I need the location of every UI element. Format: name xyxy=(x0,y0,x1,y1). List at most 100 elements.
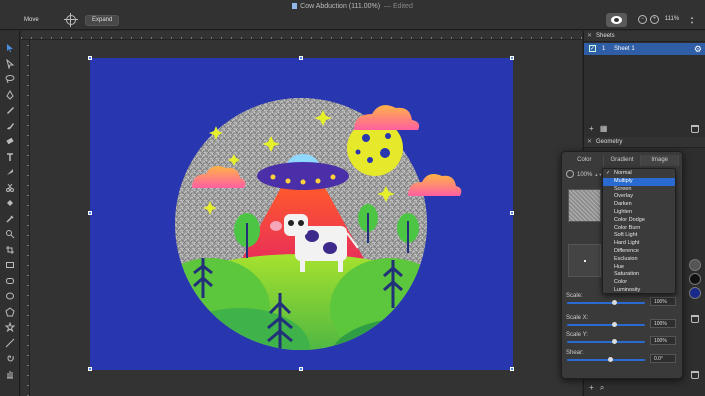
trash-icon[interactable] xyxy=(691,371,699,379)
blend-mode-item[interactable]: Lighten xyxy=(603,209,675,217)
pen-icon[interactable] xyxy=(5,89,15,100)
field-slider[interactable] xyxy=(567,322,645,327)
blend-mode-item[interactable]: Saturation xyxy=(603,271,675,279)
zoom-stepper[interactable]: ▲ ▼ xyxy=(690,15,696,25)
expand-button[interactable]: Expand xyxy=(85,15,120,26)
field-label: Scale Y: xyxy=(566,332,588,338)
blend-mode-item[interactable]: Luminosity xyxy=(603,287,675,295)
artboard[interactable] xyxy=(88,56,514,371)
hand-icon[interactable] xyxy=(5,369,15,379)
spiral-icon[interactable] xyxy=(5,353,15,363)
stroke-swatch[interactable] xyxy=(689,273,701,285)
pointer-icon[interactable] xyxy=(5,43,15,53)
slider-knob[interactable] xyxy=(611,300,617,305)
polygon-icon[interactable] xyxy=(5,306,15,317)
resize-handle[interactable] xyxy=(88,211,92,215)
move-button[interactable]: Move xyxy=(18,15,45,26)
text-icon[interactable] xyxy=(5,152,15,162)
resize-handle[interactable] xyxy=(88,56,92,60)
blend-mode-item[interactable]: Overlay xyxy=(603,193,675,201)
zoom-out-icon[interactable]: − xyxy=(638,15,647,24)
vertical-ruler xyxy=(21,40,30,396)
add-icon[interactable]: + xyxy=(589,124,594,133)
color-swatch[interactable] xyxy=(689,287,701,299)
node-icon[interactable] xyxy=(5,58,15,69)
blend-mode-item[interactable]: Screen xyxy=(603,186,675,194)
field-value[interactable]: 100% xyxy=(650,319,676,328)
pencil-icon[interactable] xyxy=(5,105,15,115)
rounded-rect-icon[interactable] xyxy=(5,276,15,286)
resize-handle[interactable] xyxy=(299,367,303,371)
scissors-icon[interactable] xyxy=(5,183,15,193)
zoom-icon[interactable] xyxy=(5,229,15,239)
field-value[interactable]: 100% xyxy=(650,297,676,306)
resize-handle[interactable] xyxy=(510,56,514,60)
crop-icon[interactable] xyxy=(5,245,15,255)
edited-status: — Edited xyxy=(384,3,413,10)
document-icon xyxy=(292,3,298,9)
eye-icon[interactable] xyxy=(606,13,627,27)
tab-color[interactable]: Color xyxy=(566,155,604,166)
zoom-in-icon[interactable]: + xyxy=(650,15,659,24)
blend-mode-item[interactable]: Exclusion xyxy=(603,256,675,264)
field-value[interactable]: 0.0° xyxy=(650,354,676,363)
field-slider[interactable] xyxy=(567,300,645,305)
add-icon[interactable]: + xyxy=(589,383,594,392)
slider-knob[interactable] xyxy=(607,357,613,362)
sheet-visible-checkbox[interactable]: ✓ xyxy=(589,45,596,52)
fill-icon[interactable] xyxy=(5,198,15,208)
rectangle-icon[interactable] xyxy=(5,260,15,270)
resize-handle[interactable] xyxy=(299,56,303,60)
window-title-text: Cow Abduction (111.00%) xyxy=(300,3,381,10)
field-value[interactable]: 100% xyxy=(650,336,676,345)
blend-mode-menu: NormalMultiplyScreenOverlayDarkenLighten… xyxy=(602,168,676,294)
field-label: Scale: xyxy=(566,293,583,299)
line-icon[interactable] xyxy=(5,338,15,348)
tab-gradient[interactable]: Gradient xyxy=(604,155,642,166)
field-slider[interactable] xyxy=(567,339,645,344)
search-icon[interactable]: ⌕ xyxy=(600,383,604,392)
pattern-thumbnail[interactable] xyxy=(568,244,601,277)
opacity-value[interactable]: 100% xyxy=(577,172,592,178)
resize-handle[interactable] xyxy=(510,367,514,371)
trash-icon[interactable] xyxy=(691,125,699,133)
blend-mode-item[interactable]: Color Dodge xyxy=(603,217,675,225)
sheet-row[interactable]: ✓ 1 Sheet 1 ⚙ xyxy=(584,43,705,55)
blend-mode-item[interactable]: Soft Light xyxy=(603,232,675,240)
resize-handle[interactable] xyxy=(88,367,92,371)
sheet-name: Sheet 1 xyxy=(614,46,635,52)
trash-icon[interactable] xyxy=(691,315,699,323)
resize-handle[interactable] xyxy=(510,211,514,215)
blend-mode-item[interactable]: Normal xyxy=(603,170,675,178)
blend-mode-item[interactable]: Darken xyxy=(603,201,675,209)
gear-icon[interactable]: ⚙ xyxy=(694,43,702,55)
brush-icon[interactable] xyxy=(5,121,15,131)
blend-mode-item[interactable]: Color Burn xyxy=(603,225,675,233)
sheets-panel-header[interactable]: ✕ Sheets xyxy=(584,31,705,42)
fill-swatch[interactable] xyxy=(689,259,701,271)
ellipse-icon[interactable] xyxy=(5,291,15,301)
knife-icon[interactable] xyxy=(5,167,15,177)
sheet-actions: + ▦ xyxy=(589,124,607,133)
eraser-icon[interactable] xyxy=(5,136,15,146)
slider-knob[interactable] xyxy=(611,339,617,344)
texture-thumbnail[interactable] xyxy=(568,189,601,222)
close-icon[interactable]: ✕ xyxy=(587,31,592,42)
slider-knob[interactable] xyxy=(611,322,617,327)
blend-mode-item[interactable]: Hue xyxy=(603,264,675,272)
star-icon[interactable] xyxy=(5,322,15,332)
blend-mode-item[interactable]: Difference xyxy=(603,248,675,256)
zoom-value[interactable]: 111% xyxy=(660,13,684,26)
crosshair-icon[interactable] xyxy=(64,13,78,27)
close-icon[interactable]: ✕ xyxy=(587,137,592,148)
lasso-icon[interactable] xyxy=(5,74,15,84)
blend-mode-item[interactable]: Multiply xyxy=(603,177,675,186)
blend-mode-item[interactable]: Color xyxy=(603,279,675,287)
eyedropper-icon[interactable] xyxy=(5,214,15,224)
opacity-icon xyxy=(566,170,574,178)
blend-mode-item[interactable]: Hard Light xyxy=(603,240,675,248)
geometry-panel-header[interactable]: ✕ Geometry xyxy=(584,137,705,148)
field-slider[interactable] xyxy=(567,357,645,362)
grid-icon[interactable]: ▦ xyxy=(600,124,608,133)
tab-image[interactable]: Image xyxy=(641,155,680,166)
